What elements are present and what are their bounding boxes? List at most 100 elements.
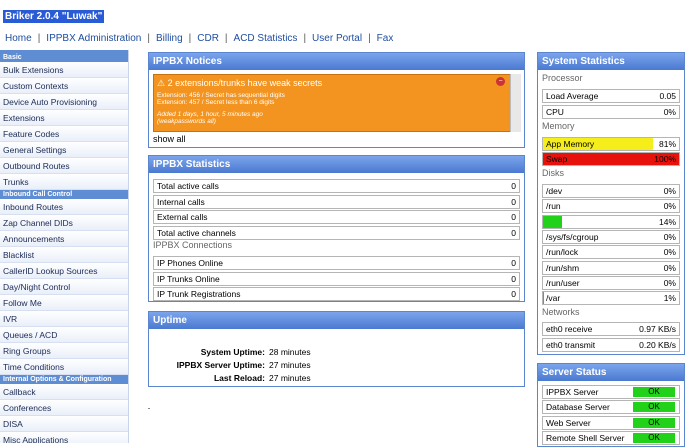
nav-ippbx-administration[interactable]: IPPBX Administration (46, 33, 141, 44)
sidebar-item-general-settings[interactable]: General Settings (0, 142, 128, 158)
stat-total-active-channels: Total active channels 0 (153, 225, 520, 240)
sidebar-item-bulk-extensions[interactable]: Bulk Extensions (0, 62, 128, 78)
server-status-panel: Server Status IPPBX Server OK Database Ser… (537, 363, 685, 447)
weak-secret-notice: ⚠ 2 extensions/trunks have weak secrets … (153, 74, 521, 132)
conn-ip-phones-online-label: IP Phones Online (157, 258, 223, 268)
nav-home[interactable]: Home (5, 33, 32, 44)
nav-separator: | (37, 33, 41, 44)
server-remote-shell-server-label: Remote Shell Server (546, 432, 625, 443)
disk-run: /run 0% (542, 199, 680, 214)
nav-separator: | (224, 33, 228, 44)
stat-external-calls-value: 0 (511, 212, 516, 222)
disk-run-shm-label: /run/shm (546, 262, 580, 273)
sidebar-item-disa[interactable]: DISA (0, 416, 128, 432)
uptime-value: 28 minutes (269, 347, 311, 357)
sidebar-header-basic: Basic (0, 53, 128, 62)
disk-dev-label: /dev (546, 186, 563, 196)
statistics-title: IPPBX Statistics (149, 156, 524, 173)
sidebar-item-follow-me[interactable]: Follow Me (0, 295, 128, 311)
cpu-usage-value: 0% (663, 107, 676, 117)
sidebar-item-feature-codes[interactable]: Feature Codes (0, 126, 128, 142)
top-navigation: Home | IPPBX Administration | Billing | CDR | AC… (5, 33, 393, 44)
conn-ip-phones-online-value: 0 (511, 258, 516, 268)
server-web-server-status: OK (633, 417, 675, 428)
nav-user-portal[interactable]: User Portal (312, 33, 362, 44)
uptime-last-reload: Last Reload: 27 minutes (149, 372, 524, 385)
sidebar-item-queues-acd[interactable]: Queues / ACD (0, 327, 128, 343)
sidebar-item-ivr[interactable]: IVR (0, 311, 128, 327)
disk-sys-fs-cgroup-value: 0% (663, 231, 676, 242)
sidebar-item-misc-applications[interactable]: Misc Applications (0, 432, 128, 443)
server-web-server-label: Web Server (546, 417, 591, 428)
disk-dev-value: 0% (663, 186, 676, 196)
stat-total-active-channels-label: Total active channels (157, 227, 236, 238)
cpu-usage-label: CPU (546, 107, 564, 117)
sidebar-item-ring-groups[interactable]: Ring Groups (0, 343, 128, 359)
notices-panel: IPPBX Notices ⚠ 2 extensions/trunks have… (148, 52, 525, 148)
disk-var-value: 1% (663, 293, 676, 304)
nav-separator: | (368, 33, 371, 44)
show-all-link[interactable]: show all (153, 134, 186, 144)
sidebar-item-time-conditions[interactable]: Time Conditions (0, 359, 128, 375)
notice-close-icon[interactable]: − (496, 77, 505, 86)
notices-title: IPPBX Notices (149, 53, 524, 70)
conn-ip-trunk-registrations-label: IP Trunk Registrations (157, 289, 241, 299)
stat-total-active-channels-value: 0 (511, 227, 516, 238)
disk-run-lock-label: /run/lock (546, 247, 579, 258)
uptime-title: Uptime (149, 312, 524, 329)
server-ippbx-server-status: OK (633, 387, 675, 397)
disks-subhead: Disks (542, 168, 564, 178)
uptime-value: 27 minutes (269, 373, 311, 383)
nav-acd-statistics[interactable]: ACD Statistics (234, 33, 298, 44)
notice-link[interactable]: (weakpasswords all) (157, 118, 517, 125)
server-ippbx-server: IPPBX Server OK (542, 385, 680, 399)
sidebar-item-callerid-lookup-sources[interactable]: CallerID Lookup Sources (0, 263, 128, 279)
notice-line-1: Extension: 456 / Secret has sequential d… (157, 92, 285, 99)
sidebar-item-day-night-control[interactable]: Day/Night Control (0, 279, 128, 295)
app-memory-value: 81% (658, 139, 676, 149)
nav-fax[interactable]: Fax (377, 33, 394, 44)
processor-subhead: Processor (542, 73, 583, 83)
net-eth0-transmit: eth0 transmit 0.20 KB/s (542, 337, 680, 352)
disk-run-shm-value: 0% (663, 262, 676, 273)
conn-ip-trunks-online-label: IP Trunks Online (157, 273, 220, 284)
conn-ip-trunk-registrations-value: 0 (511, 289, 516, 299)
stat-total-active-calls-value: 0 (511, 181, 516, 191)
sidebar-item-conferences[interactable]: Conferences (0, 400, 128, 416)
disk-sys-fs-cgroup-label: /sys/fs/cgroup (546, 231, 599, 242)
sidebar-item-zap-channel-dids[interactable]: Zap Channel DIDs (0, 215, 128, 231)
sidebar-item-inbound-routes[interactable]: Inbound Routes (0, 199, 128, 215)
notice-added: Added 1 days, 1 hour, 5 minutes ago (157, 111, 263, 118)
disk-run-user-value: 0% (663, 277, 676, 288)
disk-var-bar (543, 292, 545, 305)
stat-external-calls-label: External calls (157, 212, 208, 222)
nav-cdr[interactable]: CDR (197, 33, 219, 44)
load-average-label: Load Average (546, 91, 599, 101)
sidebar-item-trunks[interactable]: Trunks (0, 174, 128, 190)
notice-line-2: Extension: 457 / Secret less than 6 digi… (157, 99, 275, 106)
sidebar-header-internal-options-configuration: Internal Options & Configuration (0, 375, 128, 384)
uptime-label: Last Reload: (213, 373, 265, 383)
uptime-system-uptime: System Uptime: 28 minutes (149, 346, 524, 359)
sidebar: Basic Bulk Extensions Custom Contexts Devic… (0, 50, 129, 443)
disk-run-user-label: /run/user (546, 277, 580, 288)
sidebar-item-callback[interactable]: Callback (0, 384, 128, 400)
disk-run-value: 0% (663, 201, 676, 212)
nav-separator: | (303, 33, 307, 44)
sidebar-item-device-auto-provisioning[interactable]: Device Auto Provisioning (0, 94, 128, 110)
nav-billing[interactable]: Billing (156, 33, 183, 44)
sidebar-item-blacklist[interactable]: Blacklist (0, 247, 128, 263)
sidebar-item-custom-contexts[interactable]: Custom Contexts (0, 78, 128, 94)
notice-scrollbar[interactable] (510, 74, 521, 132)
server-database-server: Database Server OK (542, 400, 680, 415)
stat-total-active-calls: Total active calls 0 (153, 179, 520, 193)
stat-internal-calls-value: 0 (511, 196, 516, 207)
disk-var: /var 1% (542, 291, 680, 306)
app-memory: App Memory 81% (542, 137, 680, 151)
sidebar-item-outbound-routes[interactable]: Outbound Routes (0, 158, 128, 174)
net-eth0-receive-value: 0.97 KB/s (639, 324, 676, 334)
sidebar-item-announcements[interactable]: Announcements (0, 231, 128, 247)
sidebar-item-extensions[interactable]: Extensions (0, 110, 128, 126)
disk-item-value: 14% (658, 216, 676, 227)
disk-dev: /dev 0% (542, 184, 680, 198)
